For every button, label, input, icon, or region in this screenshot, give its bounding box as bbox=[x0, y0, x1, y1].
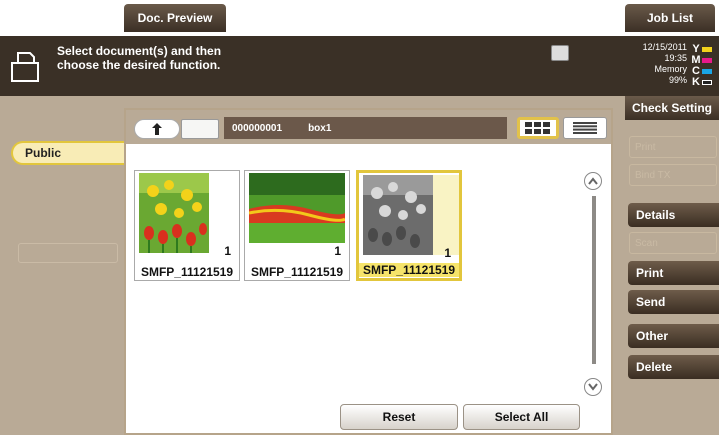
tulips-photo-thumbnail bbox=[139, 173, 209, 253]
page-count: 1 bbox=[444, 246, 451, 260]
other-button[interactable]: Other bbox=[628, 324, 719, 348]
list-view-icon bbox=[573, 122, 597, 134]
select-all-button[interactable]: Select All bbox=[463, 404, 580, 430]
toner-bar-yellow bbox=[702, 47, 712, 52]
box-toolbar: 000000001 box1 bbox=[126, 110, 611, 144]
document-name: SMFP_11121519 bbox=[359, 263, 459, 277]
top-bar: Doc. Preview Job List bbox=[0, 0, 719, 36]
doc-preview-button[interactable]: Doc. Preview bbox=[124, 4, 226, 32]
toner-row-black: K bbox=[690, 77, 716, 88]
scroll-down-button[interactable] bbox=[584, 378, 602, 396]
print-button[interactable]: Print bbox=[628, 261, 719, 285]
status-time: 19:35 bbox=[664, 53, 687, 63]
selection-highlight bbox=[433, 175, 459, 255]
job-list-button[interactable]: Job List bbox=[625, 4, 715, 32]
status-readout: 12/15/2011 19:35 Memory 99% bbox=[612, 42, 687, 86]
flowerbed-photo-thumbnail bbox=[249, 173, 345, 243]
details-button[interactable]: Details bbox=[628, 203, 719, 227]
list-view-button[interactable] bbox=[563, 117, 607, 139]
box-path: 000000001 box1 bbox=[224, 117, 507, 139]
chevron-down-icon bbox=[588, 383, 598, 391]
memory-card-icon bbox=[551, 45, 569, 61]
instruction-text: Select document(s) and then choose the d… bbox=[57, 44, 337, 72]
copier-screen: Doc. Preview Job List Select document(s)… bbox=[0, 0, 719, 435]
document-thumbnail-selected[interactable]: 1 SMFP_11121519 bbox=[356, 170, 462, 281]
box-number: 000000001 bbox=[232, 122, 283, 134]
document-box-icon bbox=[11, 52, 39, 82]
up-arrow-icon bbox=[152, 123, 162, 135]
document-name: SMFP_11121519 bbox=[140, 265, 234, 279]
folder-tab-button[interactable] bbox=[181, 119, 219, 139]
page-count: 1 bbox=[334, 244, 341, 258]
disabled-print-button: Print bbox=[629, 136, 717, 158]
toner-letter: K bbox=[692, 76, 700, 88]
scrollbar-track[interactable] bbox=[592, 196, 596, 364]
status-date: 12/15/2011 bbox=[642, 42, 687, 52]
document-thumbnail[interactable]: 1 SMFP_11121519 bbox=[134, 170, 240, 281]
toner-levels: Y M C K bbox=[690, 44, 716, 88]
up-folder-button[interactable] bbox=[134, 119, 180, 139]
document-list-panel: 000000001 box1 1 SMFP_11121519 1 SMFP_11… bbox=[124, 108, 613, 435]
document-name: SMFP_11121519 bbox=[250, 265, 344, 279]
tulips-grayscale-thumbnail bbox=[363, 175, 433, 255]
message-bar: Select document(s) and then choose the d… bbox=[0, 36, 719, 96]
disabled-left-button bbox=[18, 243, 118, 263]
thumbnail-view-button[interactable] bbox=[517, 117, 559, 139]
instruction-line-1: Select document(s) and then bbox=[57, 44, 222, 58]
toner-bar-cyan bbox=[702, 69, 712, 74]
memory-value: 99% bbox=[668, 75, 687, 85]
memory-label: Memory bbox=[654, 64, 687, 74]
reset-button[interactable]: Reset bbox=[340, 404, 458, 430]
tab-public[interactable]: Public bbox=[11, 141, 126, 165]
grid-view-icon bbox=[525, 122, 550, 134]
right-function-panel: Check Setting Print Bind TX Details Scan… bbox=[625, 96, 719, 435]
box-name: box1 bbox=[308, 122, 332, 134]
toner-bar-black bbox=[702, 80, 712, 85]
scroll-up-button[interactable] bbox=[584, 172, 602, 190]
delete-button[interactable]: Delete bbox=[628, 355, 719, 379]
instruction-line-2: choose the desired function. bbox=[57, 58, 221, 72]
disabled-scan-button: Scan bbox=[629, 232, 717, 254]
document-thumbnail[interactable]: 1 SMFP_11121519 bbox=[244, 170, 350, 281]
send-button[interactable]: Send bbox=[628, 290, 719, 314]
toner-bar-magenta bbox=[702, 58, 712, 63]
page-count: 1 bbox=[224, 244, 231, 258]
disabled-bind-tx-button: Bind TX bbox=[629, 164, 717, 186]
chevron-up-icon bbox=[588, 177, 598, 185]
check-setting-button[interactable]: Check Setting bbox=[625, 96, 719, 120]
